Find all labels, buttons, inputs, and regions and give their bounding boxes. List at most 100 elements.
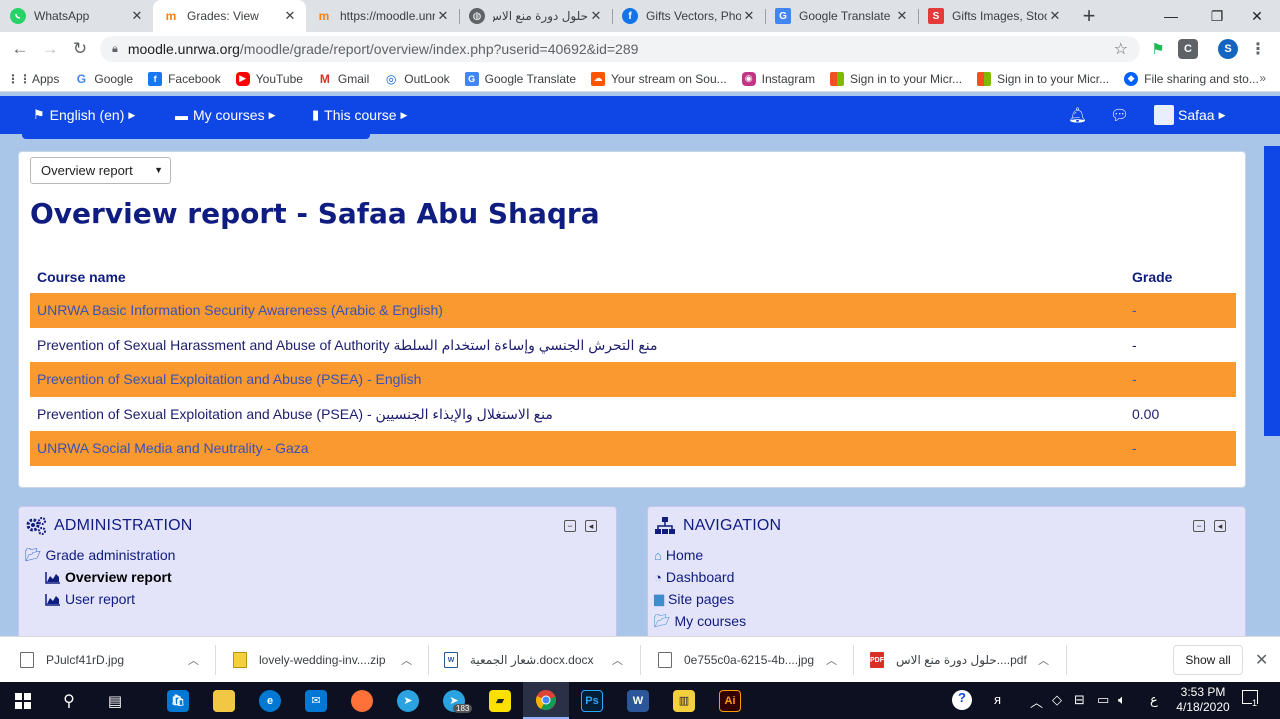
network-icon[interactable]: ⊟ <box>1074 692 1085 708</box>
admin-item-user-report[interactable]: User report <box>45 591 135 607</box>
close-icon[interactable]: ✕ <box>1047 8 1063 24</box>
reload-icon[interactable]: ↻ <box>68 37 92 61</box>
download-item[interactable]: W شعار الجمعية.docx.docx ︿ <box>444 637 634 683</box>
download-item[interactable]: PDF حلول دورة منع الاس....pdf ︿ <box>870 637 1060 683</box>
chevron-up-icon[interactable]: ︿ <box>1030 692 1043 711</box>
extension-runner-icon[interactable]: ⚑ <box>1148 39 1168 59</box>
extension-c-icon[interactable]: C <box>1178 39 1198 59</box>
course-link[interactable]: Prevention of Sexual Harassment and Abus… <box>37 337 658 354</box>
telegram-icon[interactable]: ➤ 183 <box>431 682 477 719</box>
sticky-notes-icon[interactable]: ▰ <box>477 682 523 719</box>
course-link[interactable]: Prevention of Sexual Exploitation and Ab… <box>37 406 553 423</box>
close-icon[interactable]: ✕ <box>588 8 604 24</box>
windows-start-icon[interactable] <box>0 682 46 719</box>
chevron-up-icon[interactable]: ︿ <box>1038 652 1049 668</box>
people-icon[interactable]: ᴙ <box>994 692 1001 707</box>
close-icon[interactable]: ✕ <box>1255 650 1268 670</box>
user-menu[interactable]: Safaa ▶ <box>1154 105 1226 125</box>
bookmark-apps[interactable]: ⋮⋮ Apps <box>7 72 59 86</box>
bookmark-microsoft[interactable]: Sign in to your Micr... <box>977 71 1109 86</box>
bookmark-instagram[interactable]: ◉ Instagram <box>741 71 815 86</box>
bookmarks-overflow-button[interactable]: » <box>1259 71 1266 85</box>
forward-arrow-icon[interactable]: → <box>38 37 62 61</box>
close-icon[interactable]: ✕ <box>435 8 451 24</box>
mail-icon[interactable]: ✉ <box>293 682 339 719</box>
bookmark-soundcloud[interactable]: ☁ Your stream on Sou... <box>591 71 727 86</box>
edge-icon[interactable]: e <box>247 682 293 719</box>
admin-item-overview-report[interactable]: Overview report <box>45 569 172 585</box>
admin-item-grade-administration[interactable]: 📂︎ Grade administration <box>25 547 175 563</box>
chrome-icon[interactable] <box>523 682 569 719</box>
system-clock[interactable]: 3:53 PM 4/18/2020 <box>1170 685 1236 715</box>
telegram-icon[interactable]: ➤ <box>385 682 431 719</box>
illustrator-icon[interactable]: Ai <box>707 682 753 719</box>
photoshop-icon[interactable]: Ps <box>569 682 615 719</box>
browser-tab-active[interactable]: m Grades: View ✕ <box>153 0 306 32</box>
dropbox-icon[interactable]: ◇ <box>1052 692 1062 708</box>
nav-item-site-pages[interactable]: ▆ Site pages <box>654 591 734 607</box>
menu-kebab-icon[interactable]: ⋮ <box>1248 39 1268 59</box>
bookmark-google-translate[interactable]: G Google Translate <box>464 71 576 86</box>
nav-item-dashboard[interactable]: ◔ Dashboard <box>654 569 734 585</box>
nav-item-my-courses[interactable]: 📂︎ My courses <box>654 613 746 629</box>
volume-icon[interactable]: 🔈︎ <box>1118 692 1126 708</box>
help-icon[interactable]: ? <box>952 690 972 710</box>
dock-block-button[interactable]: ◂ <box>1214 520 1226 532</box>
search-icon[interactable]: ⚲ <box>46 682 92 719</box>
dock-block-button[interactable]: ◂ <box>585 520 597 532</box>
chevron-up-icon[interactable]: ︿ <box>612 652 623 668</box>
close-window-button[interactable]: ✕ <box>1234 0 1280 32</box>
bookmark-gmail[interactable]: M Gmail <box>318 72 369 86</box>
action-center-icon[interactable]: 1 <box>1242 690 1258 708</box>
firefox-icon[interactable] <box>339 682 385 719</box>
new-tab-button[interactable]: + <box>1075 0 1103 32</box>
word-icon[interactable]: W <box>615 682 661 719</box>
task-view-icon[interactable]: ▤ <box>92 682 138 719</box>
browser-tab[interactable]: m https://moodle.unrwa ✕ <box>306 0 459 32</box>
file-explorer-icon[interactable] <box>201 682 247 719</box>
course-link[interactable]: Prevention of Sexual Exploitation and Ab… <box>37 371 421 387</box>
bookmark-youtube[interactable]: ▶ YouTube <box>235 71 303 86</box>
bookmark-microsoft[interactable]: Sign in to your Micr... <box>830 71 962 86</box>
collapse-block-button[interactable]: − <box>564 520 576 532</box>
download-item[interactable]: 0e755c0a-6215-4b....jpg ︿ <box>658 637 848 683</box>
course-link[interactable]: UNRWA Social Media and Neutrality - Gaza <box>37 440 309 456</box>
my-courses-menu[interactable]: ▬ My courses ▶ <box>175 107 276 123</box>
bookmark-outlook[interactable]: ◎ OutLook <box>384 72 450 86</box>
notifications-bell-icon[interactable]: 🔔︎ <box>1068 106 1087 124</box>
bookmark-star-icon[interactable]: ☆ <box>1114 39 1128 59</box>
battery-icon[interactable]: ▭ <box>1097 692 1109 708</box>
bookmark-facebook[interactable]: f Facebook <box>148 71 221 86</box>
messages-chat-icon[interactable]: 💬︎ <box>1110 106 1129 124</box>
this-course-menu[interactable]: ▮ This course ▶ <box>312 107 407 123</box>
language-menu[interactable]: ⚑ English (en) ▶ <box>33 107 135 123</box>
browser-tab[interactable]: G Google Translate ✕ <box>765 0 918 32</box>
chevron-up-icon[interactable]: ︿ <box>188 652 199 668</box>
chevron-up-icon[interactable]: ︿ <box>401 652 412 668</box>
language-indicator[interactable]: ع <box>1150 692 1158 708</box>
chevron-up-icon[interactable]: ︿ <box>826 652 837 668</box>
browser-tab[interactable]: S Gifts Images, Stock ✕ <box>918 0 1071 32</box>
close-icon[interactable]: ✕ <box>129 8 145 24</box>
course-link[interactable]: UNRWA Basic Information Security Awarene… <box>37 302 443 318</box>
download-item[interactable]: lovely-wedding-inv....zip ︿ <box>233 637 423 683</box>
close-icon[interactable]: ✕ <box>894 8 910 24</box>
browser-tab[interactable]: WhatsApp ✕ <box>0 0 153 32</box>
store-icon[interactable]: 🛍︎ <box>155 682 201 719</box>
bookmark-file-sharing[interactable]: ◆ File sharing and sto... <box>1124 71 1259 86</box>
close-icon[interactable]: ✕ <box>741 8 757 24</box>
nav-item-home[interactable]: ⌂ Home <box>654 547 703 563</box>
back-arrow-icon[interactable]: ← <box>8 37 32 61</box>
profile-avatar[interactable]: S <box>1218 39 1238 59</box>
browser-tab[interactable]: f Gifts Vectors, Photo ✕ <box>612 0 765 32</box>
show-all-downloads-button[interactable]: Show all <box>1173 645 1243 675</box>
report-type-select[interactable]: Overview report ▼ <box>30 157 171 184</box>
browser-tab[interactable]: ◍ حلول دورة منع الاس ✕ <box>459 0 612 32</box>
bookmark-google[interactable]: G Google <box>74 72 133 86</box>
url-field[interactable]: 🔒︎ moodle.unrwa.org/moodle/grade/report/… <box>100 36 1140 62</box>
close-icon[interactable]: ✕ <box>282 8 298 24</box>
archive-icon[interactable]: ▥ <box>661 682 707 719</box>
minimize-button[interactable]: — <box>1148 0 1194 32</box>
download-item[interactable]: PJulcf41rD.jpg ︿ <box>20 637 210 683</box>
collapse-block-button[interactable]: − <box>1193 520 1205 532</box>
